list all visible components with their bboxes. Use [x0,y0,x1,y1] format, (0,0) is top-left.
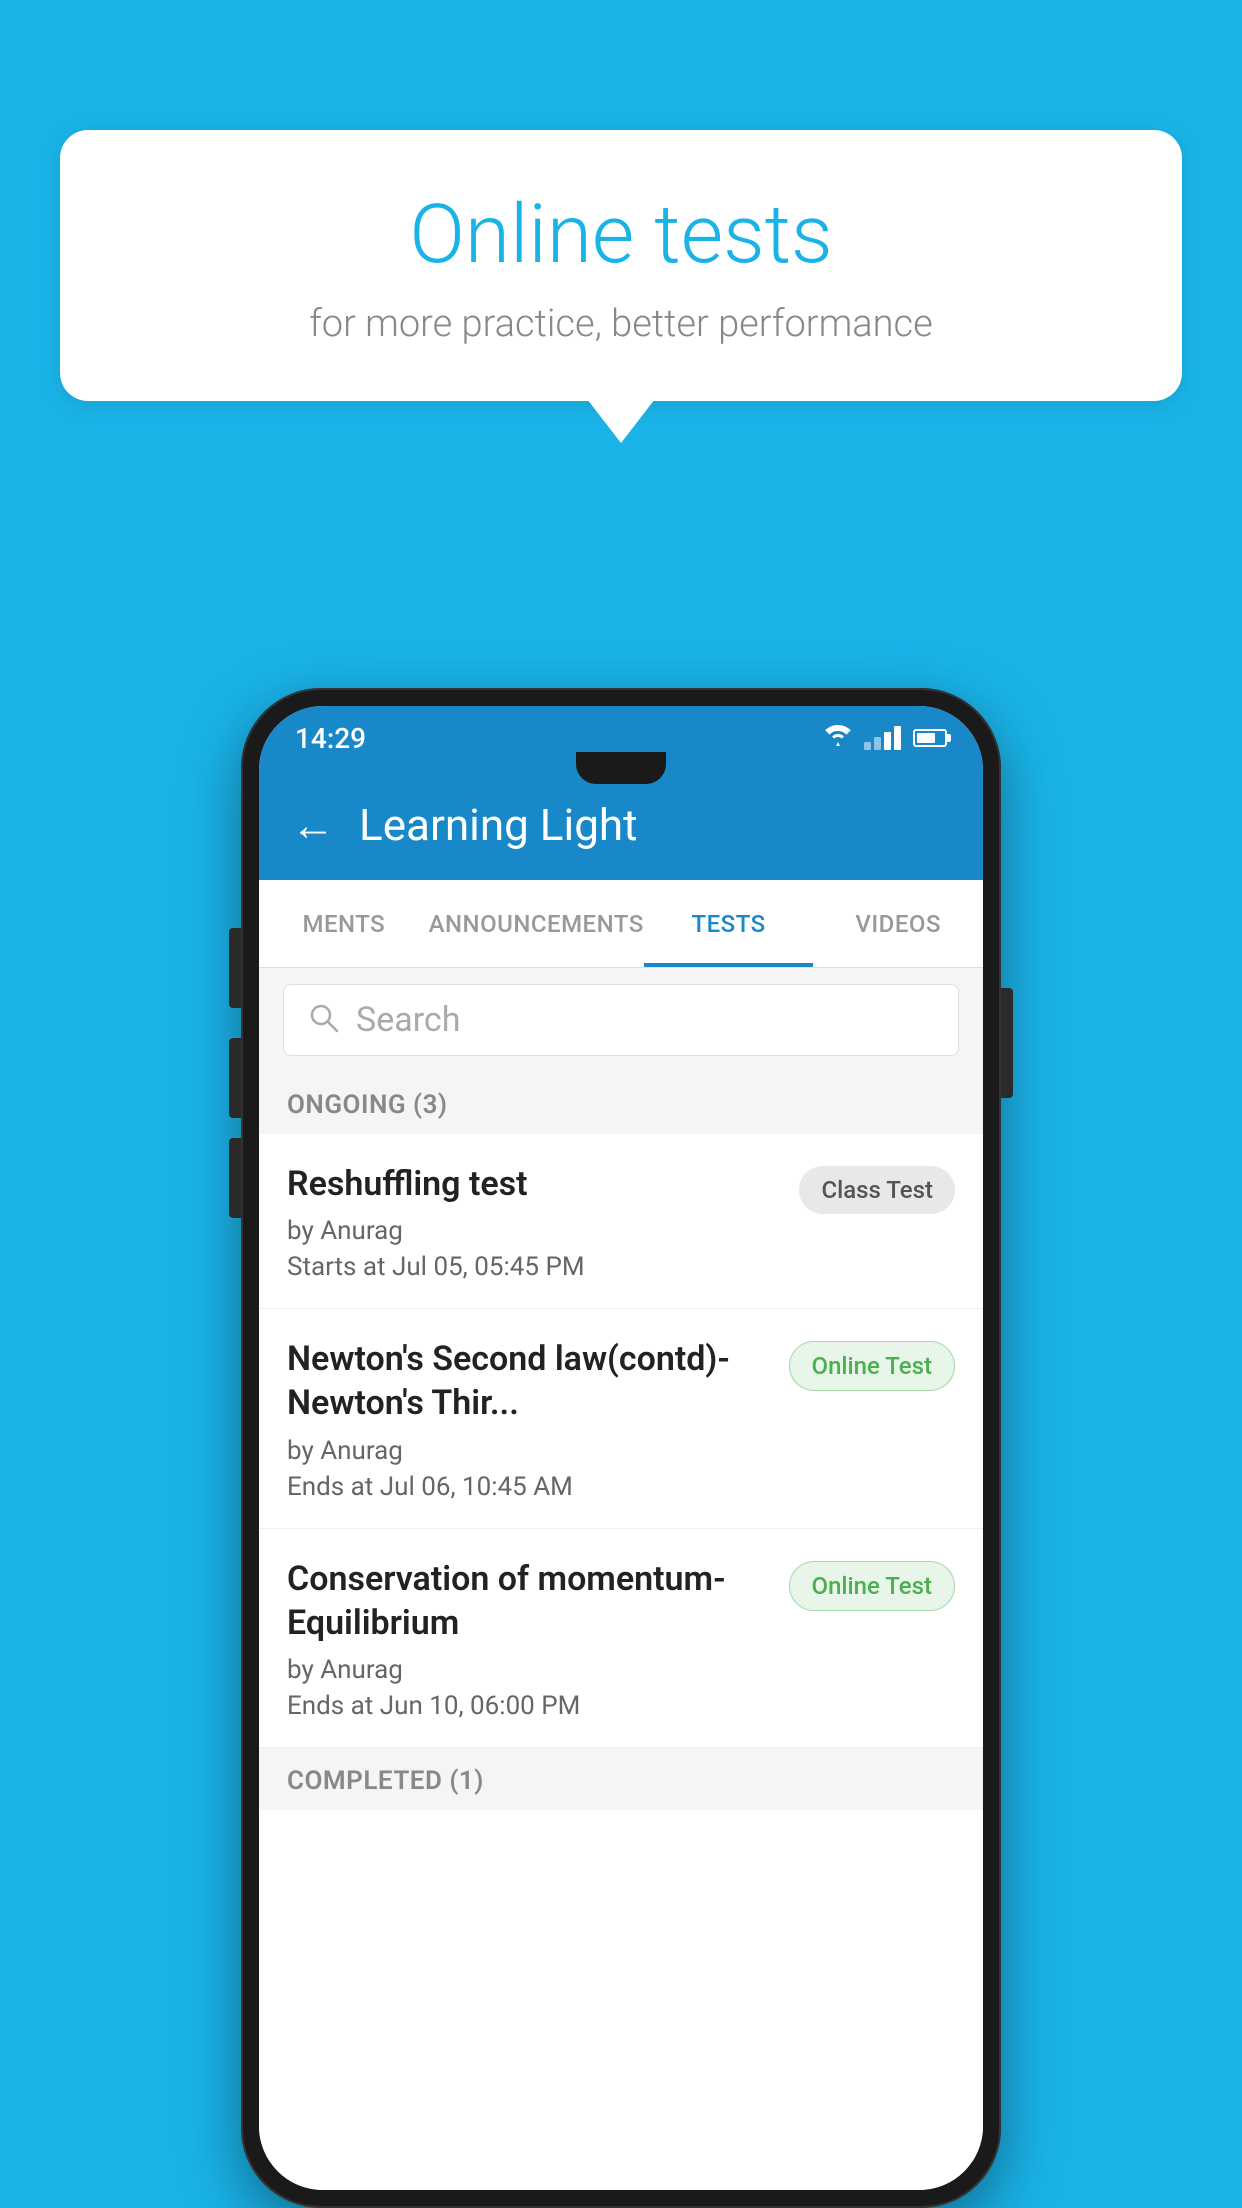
phone-outer: 14:29 [241,688,1001,2208]
bubble-title: Online tests [140,190,1102,280]
ongoing-section-header: ONGOING (3) [259,1072,983,1134]
test-author-1: by Anurag [287,1216,783,1246]
app-bar-title: Learning Light [359,799,638,851]
test-badge-online-1: Online Test [789,1341,955,1391]
test-title-conservation: Conservation of momentum-Equilibrium [287,1557,773,1645]
test-time-1: Starts at Jul 05, 05:45 PM [287,1252,783,1282]
test-badge-class: Class Test [799,1166,955,1214]
test-item-reshuffling[interactable]: Reshuffling test by Anurag Starts at Jul… [259,1134,983,1309]
signal-bars-icon [864,726,901,750]
test-badge-online-2: Online Test [789,1561,955,1611]
test-item-content-2: Newton's Second law(contd)-Newton's Thir… [287,1337,773,1501]
phone-frame: 14:29 [241,688,1001,2208]
test-time-3: Ends at Jun 10, 06:00 PM [287,1691,773,1721]
test-item-content-1: Reshuffling test by Anurag Starts at Jul… [287,1162,783,1282]
test-time-2: Ends at Jul 06, 10:45 AM [287,1472,773,1502]
test-list: Reshuffling test by Anurag Starts at Jul… [259,1134,983,2190]
tab-announcements[interactable]: ANNOUNCEMENTS [429,880,644,967]
test-item-newton[interactable]: Newton's Second law(contd)-Newton's Thir… [259,1309,983,1528]
tab-tests[interactable]: TESTS [644,880,814,967]
back-button[interactable]: ← [291,803,335,847]
search-icon [308,1002,340,1038]
status-time: 14:29 [295,722,366,755]
test-item-conservation[interactable]: Conservation of momentum-Equilibrium by … [259,1529,983,1748]
test-author-2: by Anurag [287,1436,773,1466]
test-title-reshuffling: Reshuffling test [287,1162,783,1206]
search-input-wrap[interactable]: Search [283,984,959,1056]
speech-bubble-container: Online tests for more practice, better p… [60,130,1182,401]
completed-label: COMPLETED (1) [287,1766,484,1796]
phone-notch [576,752,666,784]
test-title-newton: Newton's Second law(contd)-Newton's Thir… [287,1337,773,1425]
test-item-content-3: Conservation of momentum-Equilibrium by … [287,1557,773,1721]
completed-section-header: COMPLETED (1) [259,1748,983,1810]
app-bar: ← Learning Light [259,770,983,880]
status-icons [824,723,947,753]
bubble-subtitle: for more practice, better performance [140,302,1102,346]
search-container: Search [259,968,983,1072]
search-placeholder: Search [356,1000,460,1040]
content-area: ONGOING (3) Reshuffling test by Anurag S… [259,1072,983,2190]
tab-videos[interactable]: VIDEOS [813,880,983,967]
wifi-icon [824,723,852,753]
tabs-bar: MENTS ANNOUNCEMENTS TESTS VIDEOS [259,880,983,968]
phone-screen: 14:29 [259,706,983,2190]
ongoing-label: ONGOING (3) [287,1090,448,1120]
tab-ments[interactable]: MENTS [259,880,429,967]
battery-icon [913,729,947,747]
speech-bubble: Online tests for more practice, better p… [60,130,1182,401]
test-author-3: by Anurag [287,1655,773,1685]
